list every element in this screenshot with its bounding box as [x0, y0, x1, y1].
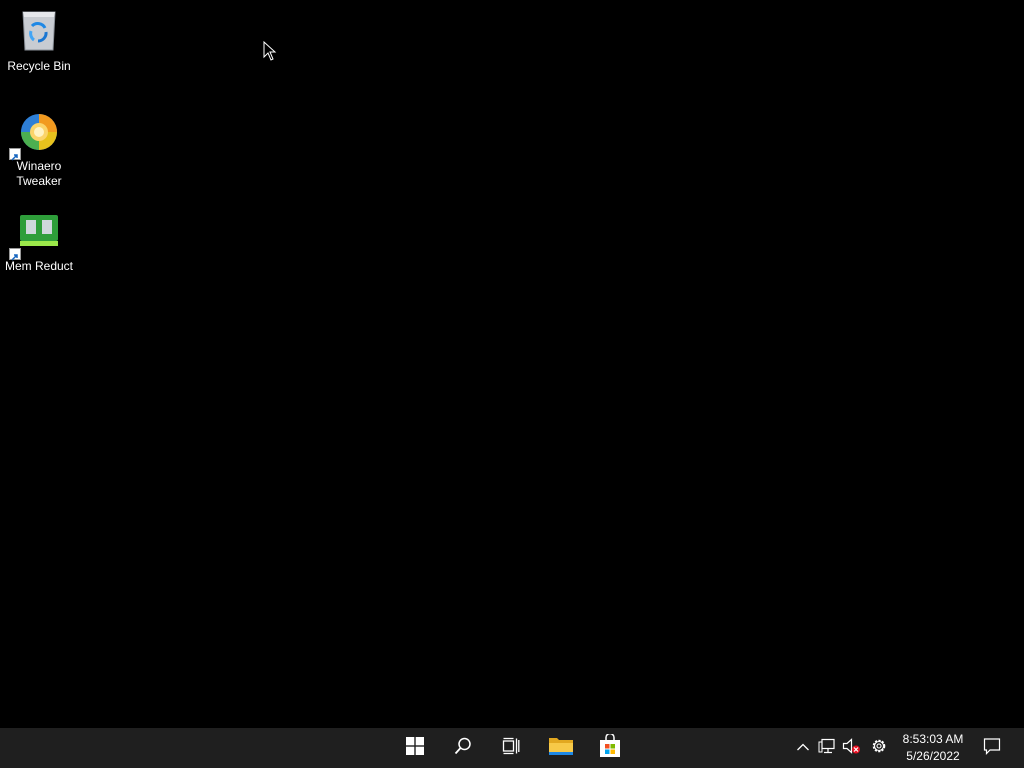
task-view-icon	[502, 737, 520, 760]
microsoft-store-button[interactable]	[588, 728, 632, 768]
mem-reduct-icon	[9, 208, 63, 261]
action-center-button[interactable]	[978, 728, 1006, 768]
chevron-up-icon	[796, 739, 810, 757]
action-center-icon	[983, 737, 1001, 760]
settings-button[interactable]	[866, 728, 892, 768]
desktop[interactable]: Recycle Bin Winaero Tweaker Mem Reduct	[0, 0, 1024, 728]
show-hidden-icons-button[interactable]	[792, 728, 814, 768]
taskbar: 8:53:03 AM 5/26/2022	[0, 728, 1024, 768]
gear-icon	[870, 737, 888, 760]
shortcut-arrow-icon	[9, 248, 21, 261]
desktop-icon-mem-reduct[interactable]: Mem Reduct	[2, 208, 76, 274]
shortcut-arrow-icon	[9, 148, 21, 161]
search-icon	[454, 737, 472, 760]
desktop-icon-recycle-bin[interactable]: Recycle Bin	[2, 8, 76, 74]
desktop-icon-label: Winaero Tweaker	[16, 159, 62, 188]
volume-button[interactable]	[840, 728, 862, 768]
desktop-icon-label: Recycle Bin	[7, 59, 71, 73]
clock-date: 5/26/2022	[906, 749, 960, 763]
recycle-bin-icon	[15, 8, 63, 56]
mouse-cursor-icon	[263, 40, 277, 66]
windows-start-icon	[406, 736, 424, 760]
microsoft-store-icon	[598, 732, 622, 763]
clock[interactable]: 8:53:03 AM 5/26/2022	[897, 728, 969, 768]
start-button[interactable]	[393, 728, 437, 768]
clock-time: 8:53:03 AM	[902, 732, 964, 746]
winaero-tweaker-icon	[9, 108, 63, 161]
network-icon	[818, 738, 836, 759]
search-button[interactable]	[441, 728, 485, 768]
network-button[interactable]	[815, 728, 839, 768]
task-view-button[interactable]	[489, 728, 533, 768]
file-explorer-icon	[548, 735, 574, 762]
desktop-icon-winaero-tweaker[interactable]: Winaero Tweaker	[2, 108, 76, 189]
volume-muted-icon	[842, 737, 860, 759]
file-explorer-button[interactable]	[539, 728, 583, 768]
